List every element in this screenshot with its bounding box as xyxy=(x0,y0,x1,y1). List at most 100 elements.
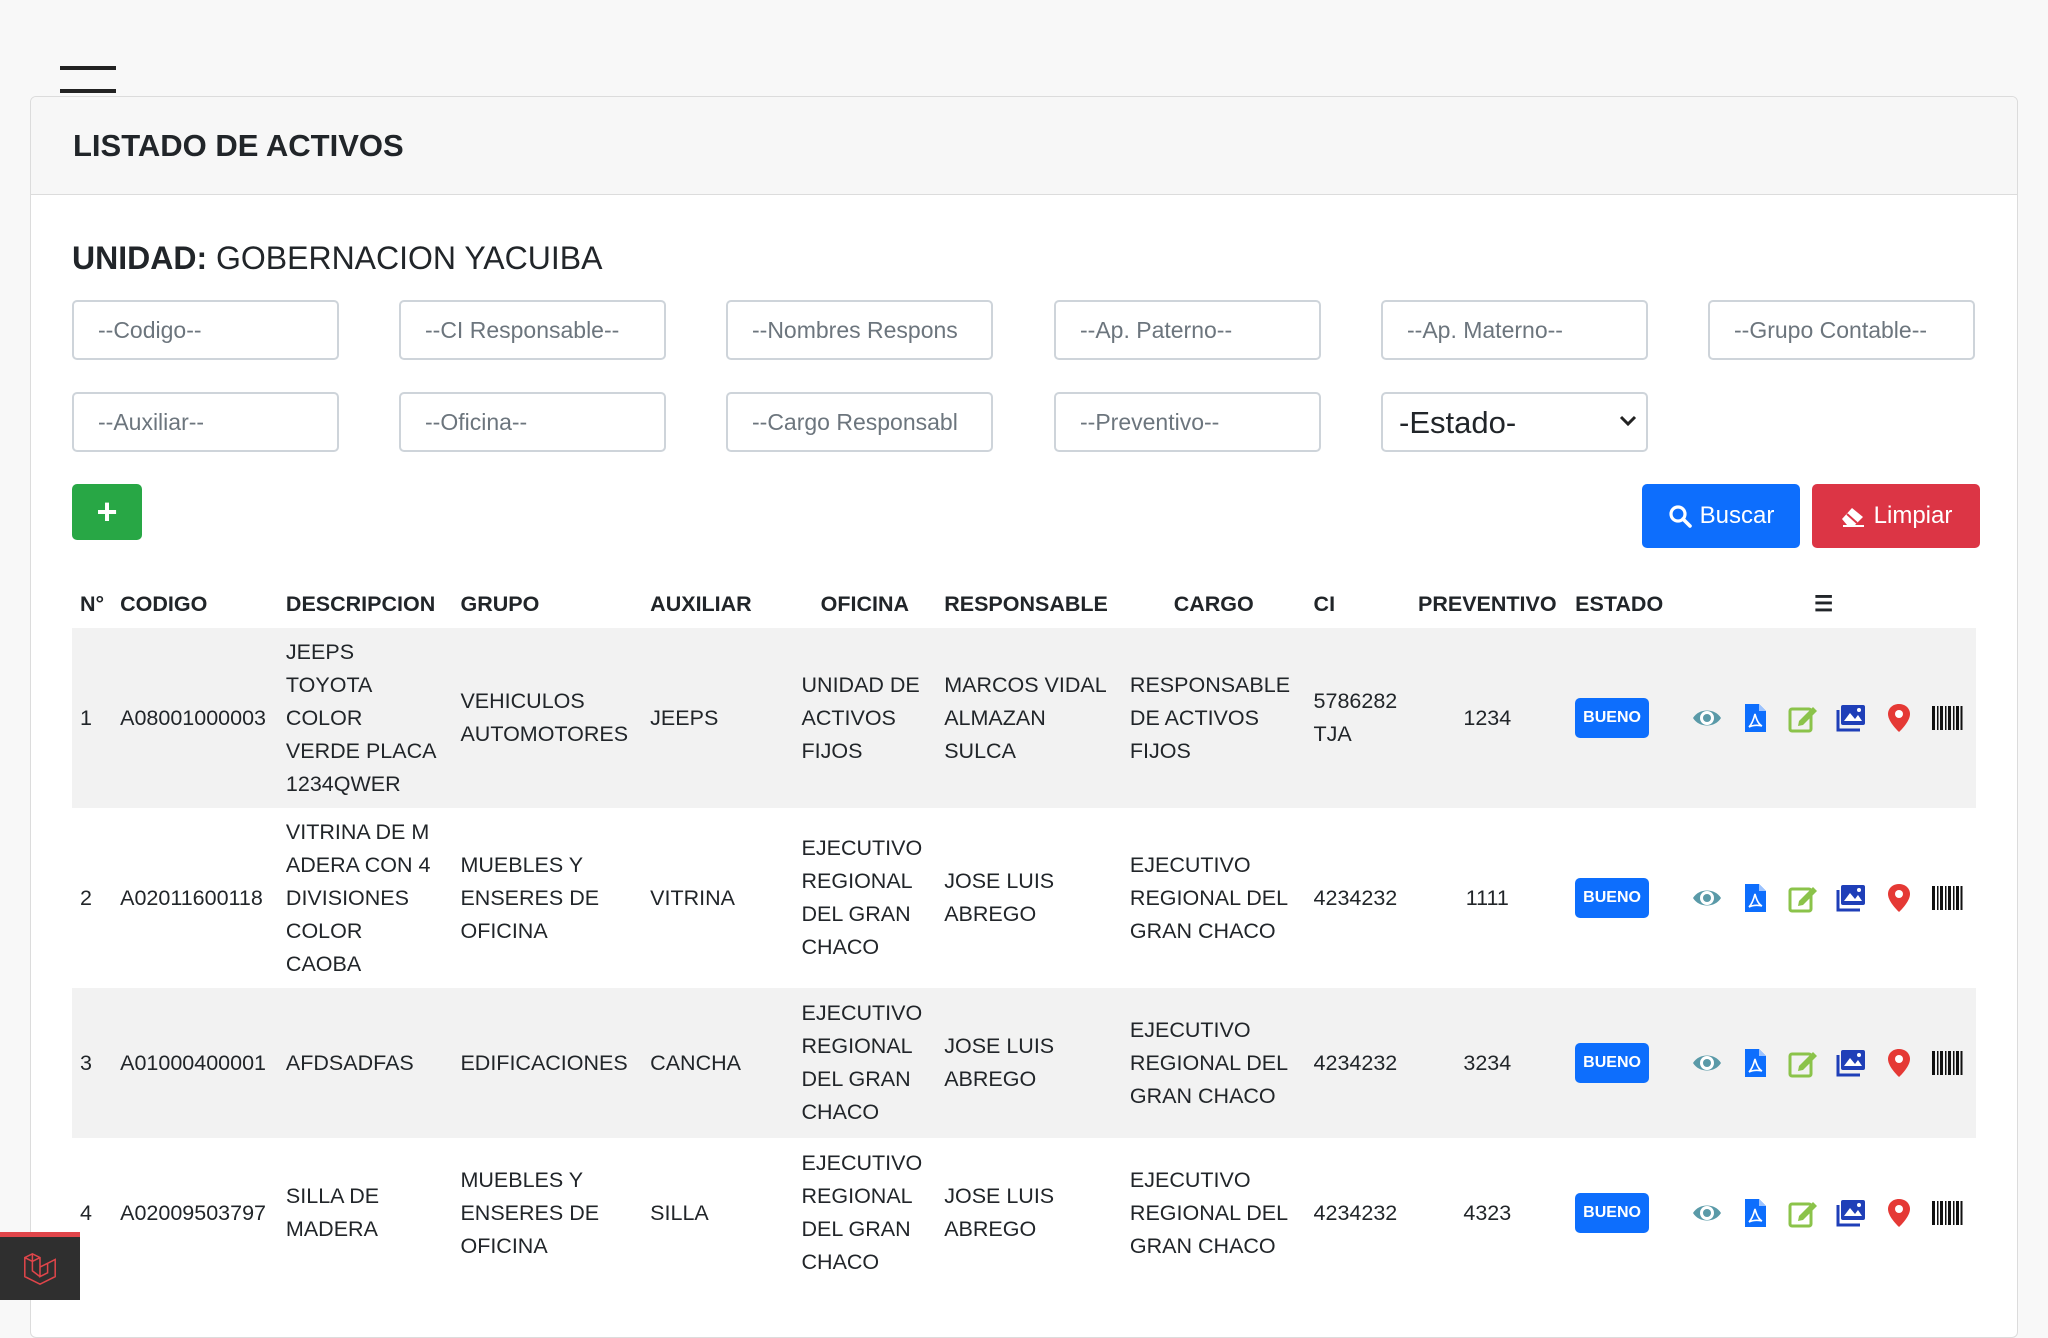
cell-actions xyxy=(1671,1138,1976,1288)
cell-descripcion-line: TOYOTA xyxy=(285,672,373,697)
cell-responsable-line: JOSE LUIS xyxy=(944,1184,1055,1208)
col-header-cargo: CARGO xyxy=(1173,591,1254,616)
ci-responsable-filter-input[interactable] xyxy=(399,300,666,360)
auxiliar-filter-input[interactable] xyxy=(72,392,339,452)
codigo-filter-input[interactable] xyxy=(72,300,339,360)
cell-oficina-line: EJECUTIVO xyxy=(801,836,923,860)
image-gallery-icon[interactable] xyxy=(1835,702,1867,734)
oficina-filter-input[interactable] xyxy=(399,392,666,452)
table-row: 3 A01000400001 AFDSADFAS EDIFICACIONES CANCH… xyxy=(72,988,1976,1138)
cell-responsable: JOSE LUIS ABREGO xyxy=(936,1138,1122,1288)
col-header-actions-menu[interactable]: ☰ xyxy=(1671,580,1976,628)
cell-ci: 4234232 xyxy=(1305,988,1408,1138)
cell-oficina: UNIDAD DE ACTIVOS FIJOS xyxy=(793,628,937,808)
pdf-icon[interactable] xyxy=(1739,1047,1771,1079)
add-asset-button[interactable]: + xyxy=(72,484,142,540)
nombres-responsable-filter-input[interactable] xyxy=(726,300,993,360)
table-row: 2 A02011600118 VITRINA DE M ADERA CON 4 DIVI… xyxy=(72,808,1976,988)
grupo-contable-filter-input[interactable] xyxy=(1708,300,1975,360)
cell-preventivo: 1234 xyxy=(1407,628,1568,808)
edit-icon[interactable] xyxy=(1787,1047,1819,1079)
image-gallery-icon[interactable] xyxy=(1835,882,1867,914)
cell-descripcion-line: DIVISIONES xyxy=(285,885,409,910)
cell-preventivo: 1111 xyxy=(1465,885,1509,910)
cell-cargo-line: REGIONAL DEL xyxy=(1129,1050,1289,1075)
cell-descripcion-line: AFDSADFAS xyxy=(285,1050,414,1075)
laravel-debugbar-logo[interactable] xyxy=(0,1232,80,1300)
view-eye-icon[interactable] xyxy=(1691,702,1723,734)
pdf-icon[interactable] xyxy=(1739,1197,1771,1229)
cell-ci-line: 4234232 xyxy=(1313,885,1398,910)
cell-descripcion: AFDSADFAS xyxy=(277,988,453,1138)
edit-icon[interactable] xyxy=(1787,1197,1819,1229)
cell-descripcion-line: COLOR xyxy=(285,918,363,943)
cell-responsable-line: ABREGO xyxy=(944,1067,1037,1091)
cell-cargo-line: DE ACTIVOS xyxy=(1129,705,1259,730)
cell-cargo: RESPONSABLE DE ACTIVOS FIJOS xyxy=(1121,628,1306,808)
map-pin-icon[interactable] xyxy=(1883,1197,1915,1229)
cell-actions xyxy=(1671,628,1976,808)
map-pin-icon[interactable] xyxy=(1883,882,1915,914)
view-eye-icon[interactable] xyxy=(1691,882,1723,914)
barcode-icon[interactable] xyxy=(1931,1197,1963,1229)
cell-oficina-line: DEL GRAN xyxy=(801,1217,911,1241)
ap-materno-filter-input[interactable] xyxy=(1381,300,1648,360)
cell-n: 3 xyxy=(72,988,113,1138)
edit-icon[interactable] xyxy=(1787,882,1819,914)
cell-ci: 4234232 xyxy=(1306,808,1408,988)
barcode-icon[interactable] xyxy=(1931,882,1963,914)
map-pin-icon[interactable] xyxy=(1883,702,1915,734)
cell-oficina-line: UNIDAD DE xyxy=(801,672,920,697)
table-header-row: N° CODIGO DESCRIPCION GRUPO AUXILIAR OFI… xyxy=(72,580,1976,628)
ap-paterno-filter-input[interactable] xyxy=(1054,300,1321,360)
estado-select[interactable]: -Estado- xyxy=(1381,392,1648,452)
cell-descripcion-line: VITRINA DE M xyxy=(285,819,430,844)
cell-grupo-line: EDIFICACIONES xyxy=(460,1050,628,1075)
cell-descripcion-line: 1234QWER xyxy=(285,771,401,796)
cell-codigo: A08001000003 xyxy=(112,628,278,808)
estado-select-wrap: -Estado- xyxy=(1381,392,1648,452)
col-header-descripcion: DESCRIPCION xyxy=(285,591,436,616)
buscar-button[interactable]: Buscar xyxy=(1642,484,1800,548)
cargo-responsable-filter-input[interactable] xyxy=(726,392,993,452)
col-header-estado: ESTADO xyxy=(1575,591,1664,616)
cell-grupo-line: ENSERES DE xyxy=(460,885,600,910)
buscar-label: Buscar xyxy=(1699,502,1775,529)
pdf-icon[interactable] xyxy=(1739,882,1771,914)
cell-oficina-line: ACTIVOS xyxy=(801,705,896,730)
col-header-grupo: GRUPO xyxy=(460,591,540,616)
cell-oficina-line: CHACO xyxy=(801,1250,880,1274)
cell-auxiliar: CANCHA xyxy=(642,988,794,1138)
cell-preventivo: 4323 xyxy=(1463,1200,1512,1225)
cell-cargo: EJECUTIVO REGIONAL DEL GRAN CHACO xyxy=(1122,1138,1306,1288)
preventivo-filter-input[interactable] xyxy=(1054,392,1321,452)
limpiar-button[interactable]: Limpiar xyxy=(1812,484,1980,548)
pdf-icon[interactable] xyxy=(1739,702,1771,734)
image-gallery-icon[interactable] xyxy=(1835,1197,1867,1229)
cell-responsable-line: SULCA xyxy=(944,738,1016,763)
barcode-icon[interactable] xyxy=(1931,702,1963,734)
cell-grupo: EDIFICACIONES xyxy=(452,988,643,1138)
cell-ci: 5786282 TJA xyxy=(1305,628,1408,808)
cell-oficina-line: REGIONAL xyxy=(801,1034,913,1058)
col-header-ci: CI xyxy=(1313,591,1336,616)
map-pin-icon[interactable] xyxy=(1883,1047,1915,1079)
barcode-icon[interactable] xyxy=(1931,1047,1963,1079)
image-gallery-icon[interactable] xyxy=(1835,1047,1867,1079)
col-header-responsable: RESPONSABLE xyxy=(944,591,1108,616)
cell-cargo-line: GRAN CHACO xyxy=(1129,1083,1276,1108)
cell-cargo-line: GRAN CHACO xyxy=(1129,918,1276,943)
cell-oficina-line: REGIONAL xyxy=(801,869,913,893)
cell-descripcion: VITRINA DE M ADERA CON 4 DIVISIONES COLOR CA… xyxy=(278,808,453,988)
cell-descripcion-line: SILLA DE xyxy=(285,1184,380,1208)
cell-ci-line: 4234232 xyxy=(1313,1200,1398,1225)
unidad-label: UNIDAD: xyxy=(72,240,208,276)
cell-ci-line: 4234232 xyxy=(1313,1050,1398,1075)
cell-ci: 4234232 xyxy=(1306,1138,1408,1288)
cell-n: 1 xyxy=(72,628,113,808)
view-eye-icon[interactable] xyxy=(1691,1047,1723,1079)
cell-auxiliar: JEEPS xyxy=(642,628,794,808)
cell-actions xyxy=(1671,988,1976,1138)
edit-icon[interactable] xyxy=(1787,702,1819,734)
view-eye-icon[interactable] xyxy=(1691,1197,1723,1229)
